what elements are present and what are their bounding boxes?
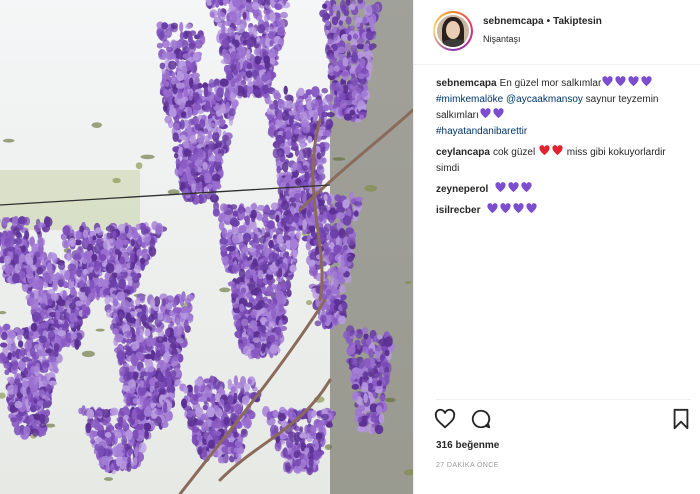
purple-heart-emoji-icon <box>500 203 511 214</box>
caption: sebnemcapa En güzel mor salkımlar #mimkem… <box>436 76 691 140</box>
purple-heart-emoji-icon <box>508 182 519 193</box>
purple-heart-emoji-icon <box>628 76 639 87</box>
header-separator: • <box>546 16 551 27</box>
like-button[interactable] <box>434 408 458 432</box>
location-link[interactable]: Nişantaşı <box>483 34 521 44</box>
caption-hashtag-1[interactable]: #mimkemalöke <box>436 94 503 105</box>
avatar[interactable] <box>433 11 473 51</box>
wisteria-photo <box>0 0 413 494</box>
bookmark-icon <box>673 408 689 430</box>
purple-heart-emoji-icon <box>615 76 626 87</box>
red-heart-emoji-icon <box>539 145 550 156</box>
caption-hearts-1 <box>601 76 653 89</box>
avatar-photo <box>437 15 469 47</box>
follow-state-button[interactable]: Takiptesin <box>553 16 602 27</box>
purple-heart-emoji-icon <box>521 182 532 193</box>
post-timestamp: 27 DAKİKA ÖNCE <box>436 462 499 469</box>
purple-heart-emoji-icon <box>480 108 491 119</box>
comment-item: zeyneperol <box>436 182 691 198</box>
red-heart-emoji-icon <box>552 145 563 156</box>
caption-mention[interactable]: @aycaakmansoy <box>506 94 583 105</box>
comment-username[interactable]: zeyneperol <box>436 184 488 195</box>
comment-hearts <box>494 182 533 195</box>
caption-hearts-2 <box>479 108 505 121</box>
heart-outline-icon <box>434 408 456 429</box>
action-bar <box>434 408 694 432</box>
purple-heart-emoji-icon <box>602 76 613 87</box>
post-photo[interactable] <box>0 0 413 494</box>
comments-list: sebnemcapa En güzel mor salkımlar #mimkem… <box>436 76 691 224</box>
caption-hashtag-2[interactable]: #hayatandanibarettir <box>436 126 527 137</box>
likes-count[interactable]: 316 beğenme <box>436 440 499 451</box>
comment-text-1: cok güzel <box>492 147 536 158</box>
post-header: sebnemcapa • Takiptesin Nişantaşı <box>414 0 700 65</box>
purple-heart-emoji-icon <box>495 182 506 193</box>
caption-text-1: En güzel mor salkımlar <box>499 78 602 89</box>
actions-divider <box>436 399 691 400</box>
purple-heart-emoji-icon <box>526 203 537 214</box>
comment-icon <box>471 409 491 429</box>
purple-heart-emoji-icon <box>493 108 504 119</box>
save-button[interactable] <box>670 408 694 432</box>
header-username[interactable]: sebnemcapa <box>483 16 544 27</box>
purple-heart-emoji-icon <box>487 203 498 214</box>
post-side-panel: sebnemcapa • Takiptesin Nişantaşı sebnemca… <box>413 0 700 494</box>
comment-item: ceylancapa cok güzel miss gibi kokuyorlar… <box>436 145 691 177</box>
comment-username[interactable]: isilrecber <box>436 205 480 216</box>
caption-username[interactable]: sebnemcapa <box>436 78 497 89</box>
comment-hearts <box>486 203 538 216</box>
header-title: sebnemcapa • Takiptesin <box>483 15 602 29</box>
purple-heart-emoji-icon <box>513 203 524 214</box>
comment-button[interactable] <box>470 408 494 432</box>
comment-hearts <box>538 145 564 158</box>
comment-username[interactable]: ceylancapa <box>436 147 490 158</box>
purple-heart-emoji-icon <box>641 76 652 87</box>
comment-item: isilrecber <box>436 203 691 219</box>
